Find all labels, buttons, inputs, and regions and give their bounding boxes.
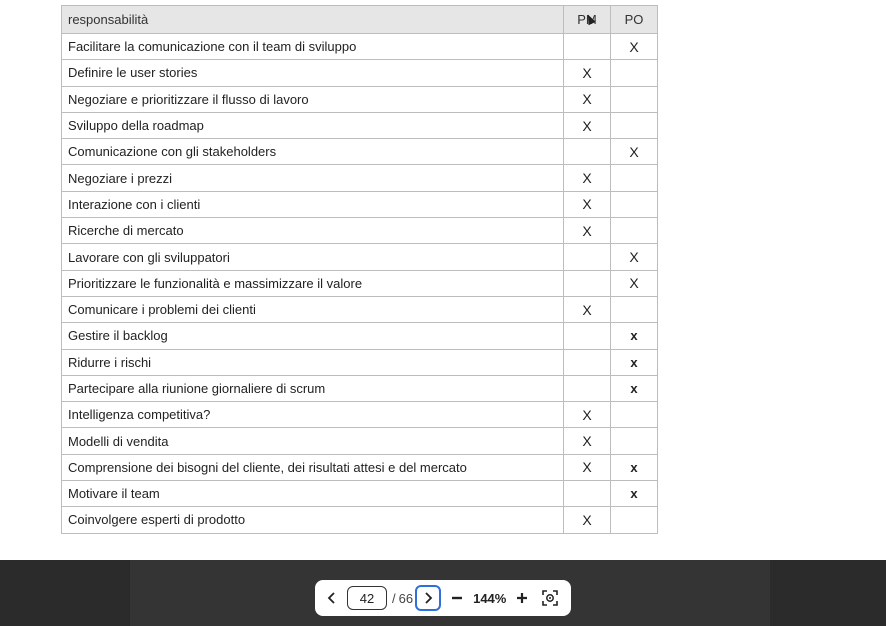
table-row: Gestire il backlog x xyxy=(61,322,658,350)
page-number-input[interactable] xyxy=(347,586,387,610)
task-cell: Negoziare e prioritizzare il flusso di l… xyxy=(61,85,564,113)
task-cell: Negoziare i prezzi xyxy=(61,164,564,192)
task-cell: Motivare il team xyxy=(61,480,564,508)
fit-to-screen-button[interactable] xyxy=(536,584,564,612)
plus-icon xyxy=(517,593,528,603)
task-cell: Comunicare i problemi dei clienti xyxy=(61,295,564,324)
pm-mark-cell xyxy=(563,243,611,271)
task-cell: Modelli di vendita xyxy=(61,427,564,455)
pm-mark-cell xyxy=(563,269,611,297)
pm-mark-cell: X xyxy=(563,217,611,245)
total-pages: 66 xyxy=(398,590,414,606)
po-mark-cell: X xyxy=(610,32,658,61)
document-page: responsabilità PM PO Facilitare la comun… xyxy=(0,0,886,560)
pm-mark-cell: X xyxy=(563,401,611,429)
table-row: Facilitare la comunicazione con il team … xyxy=(61,32,658,61)
task-cell: Interazione con i clienti xyxy=(61,190,564,219)
pm-mark-cell: X xyxy=(563,164,611,192)
page-navigation-toolbar: / 66 144% xyxy=(315,580,571,616)
pm-mark-cell: X xyxy=(563,453,611,482)
pm-mark-cell xyxy=(563,374,611,403)
po-mark-cell xyxy=(610,427,658,455)
task-cell: Comprensione dei bisogni del cliente, de… xyxy=(61,453,564,482)
table-row: Lavorare con gli sviluppatori X xyxy=(61,243,658,271)
po-mark-cell xyxy=(610,111,658,140)
po-mark-cell: x xyxy=(610,374,658,403)
table-row: Coinvolgere esperti di prodotto X xyxy=(61,506,658,534)
pm-mark-cell: X xyxy=(563,295,611,324)
table-header-row: responsabilità PM PO xyxy=(61,5,658,34)
table-row: Sviluppo della roadmap X xyxy=(61,111,658,140)
table-row: Definire le user stories X xyxy=(61,59,658,87)
pm-mark-cell xyxy=(563,348,611,376)
po-mark-cell xyxy=(610,59,658,87)
chevron-right-icon xyxy=(425,592,433,604)
pm-mark-cell xyxy=(563,322,611,350)
po-mark-cell: X xyxy=(610,138,658,166)
table-row: Modelli di vendita X xyxy=(61,427,658,455)
task-cell: Definire le user stories xyxy=(61,59,564,87)
po-mark-cell xyxy=(610,401,658,429)
table-row: Ricerche di mercato X xyxy=(61,217,658,245)
po-mark-cell xyxy=(610,85,658,113)
po-mark-cell xyxy=(610,164,658,192)
table-row: Partecipare alla riunione giornaliere di… xyxy=(61,374,658,403)
task-cell: Coinvolgere esperti di prodotto xyxy=(61,506,564,534)
responsibility-table: responsabilità PM PO Facilitare la comun… xyxy=(61,5,658,534)
task-cell: Prioritizzare le funzionalità e massimiz… xyxy=(61,269,564,297)
table-row: Comprensione dei bisogni del cliente, de… xyxy=(61,453,658,482)
zoom-in-button[interactable] xyxy=(510,584,534,612)
table-row: Intelligenza competitiva? X xyxy=(61,401,658,429)
po-mark-cell xyxy=(610,295,658,324)
po-mark-cell xyxy=(610,217,658,245)
task-cell: Intelligenza competitiva? xyxy=(61,401,564,429)
pm-mark-cell: X xyxy=(563,59,611,87)
zoom-out-button[interactable] xyxy=(445,584,469,612)
minus-icon xyxy=(452,596,463,600)
po-mark-cell: x xyxy=(610,453,658,482)
task-cell: Ricerche di mercato xyxy=(61,217,564,245)
task-cell: Lavorare con gli sviluppatori xyxy=(61,243,564,271)
task-cell: Comunicazione con gli stakeholders xyxy=(61,138,564,166)
po-mark-cell: X xyxy=(610,269,658,297)
pm-mark-cell xyxy=(563,480,611,508)
table-body: Facilitare la comunicazione con il team … xyxy=(61,32,658,534)
table-row: Motivare il team x xyxy=(61,480,658,508)
task-cell: Ridurre i rischi xyxy=(61,348,564,376)
table-row: Interazione con i clienti X xyxy=(61,190,658,219)
task-cell: Partecipare alla riunione giornaliere di… xyxy=(61,374,564,403)
pm-mark-cell xyxy=(563,32,611,61)
table-row: Comunicare i problemi dei clienti X xyxy=(61,295,658,324)
po-mark-cell: X xyxy=(610,243,658,271)
po-mark-cell: x xyxy=(610,322,658,350)
next-page-button[interactable] xyxy=(415,585,442,611)
chevron-left-icon xyxy=(327,592,335,604)
table-row: Comunicazione con gli stakeholders X xyxy=(61,138,658,166)
task-cell: Gestire il backlog xyxy=(61,322,564,350)
pm-mark-cell: X xyxy=(563,111,611,140)
po-mark-cell: x xyxy=(610,348,658,376)
zoom-level: 144% xyxy=(473,590,507,606)
table-row: Negoziare e prioritizzare il flusso di l… xyxy=(61,85,658,113)
po-mark-cell xyxy=(610,506,658,534)
pm-mark-cell: X xyxy=(563,427,611,455)
table-row: Negoziare i prezzi X xyxy=(61,164,658,192)
viewer-bottom-bar: / 66 144% xyxy=(0,560,886,626)
table-row: Prioritizzare le funzionalità e massimiz… xyxy=(61,269,658,297)
page-separator: / xyxy=(392,590,396,606)
header-task: responsabilità xyxy=(61,5,564,34)
fit-to-screen-icon xyxy=(542,590,559,606)
pm-mark-cell: X xyxy=(563,190,611,219)
pm-mark-cell xyxy=(563,138,611,166)
header-po: PO xyxy=(610,5,658,34)
previous-page-button[interactable] xyxy=(317,584,347,612)
pm-mark-cell: X xyxy=(563,506,611,534)
pm-mark-cell: X xyxy=(563,85,611,113)
task-cell: Sviluppo della roadmap xyxy=(61,111,564,140)
po-mark-cell xyxy=(610,190,658,219)
task-cell: Facilitare la comunicazione con il team … xyxy=(61,32,564,61)
po-mark-cell: x xyxy=(610,480,658,508)
table-row: Ridurre i rischi x xyxy=(61,348,658,376)
